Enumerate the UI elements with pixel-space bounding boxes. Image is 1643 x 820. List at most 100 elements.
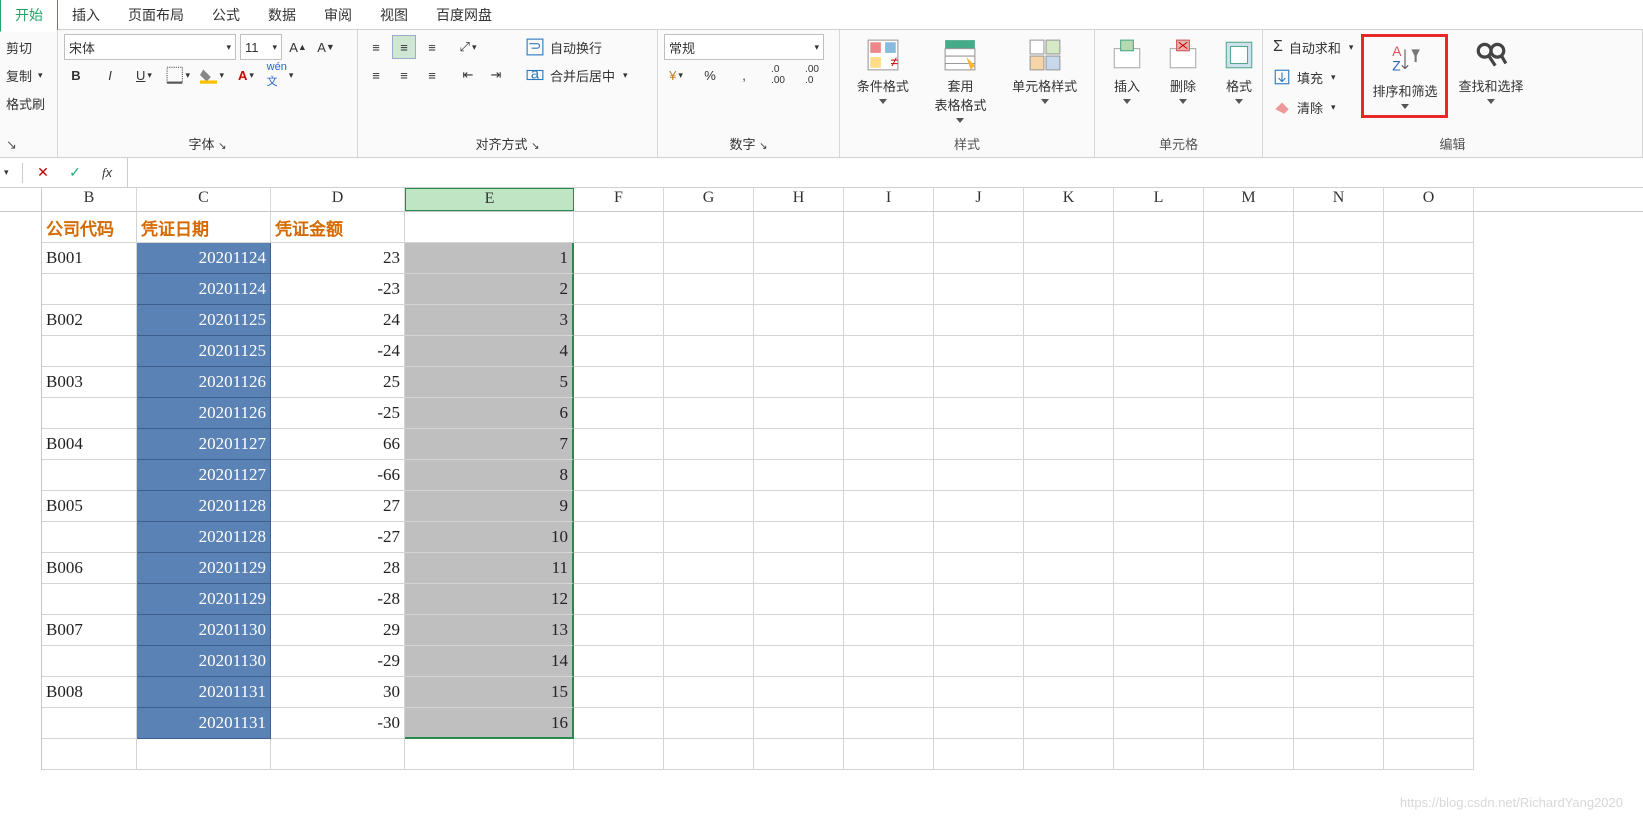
cell[interactable] [1294, 491, 1384, 522]
cell[interactable] [1114, 491, 1204, 522]
cell[interactable] [42, 522, 137, 553]
cell[interactable]: 14 [405, 646, 574, 677]
cell[interactable] [1204, 398, 1294, 429]
cell[interactable] [844, 243, 934, 274]
cell[interactable] [1114, 739, 1204, 770]
cell[interactable] [42, 336, 137, 367]
cell[interactable] [664, 677, 754, 708]
col-header-J[interactable]: J [934, 188, 1024, 211]
percent-button[interactable]: % [698, 63, 722, 87]
cell[interactable] [1294, 243, 1384, 274]
cell[interactable] [664, 739, 754, 770]
cell[interactable]: 6 [405, 398, 574, 429]
cell[interactable] [1204, 646, 1294, 677]
cell[interactable] [664, 274, 754, 305]
cell[interactable]: 27 [271, 491, 405, 522]
cell[interactable]: 16 [405, 708, 574, 739]
increase-decimal-button[interactable]: .0.00 [766, 63, 790, 87]
cell[interactable]: 4 [405, 336, 574, 367]
cell[interactable] [844, 615, 934, 646]
cell[interactable] [1114, 615, 1204, 646]
cell[interactable]: B007 [42, 615, 137, 646]
col-header-B[interactable]: B [42, 188, 137, 211]
italic-button[interactable]: I [98, 63, 122, 87]
cell[interactable] [934, 336, 1024, 367]
tab-data[interactable]: 数据 [254, 0, 310, 31]
cell[interactable] [1294, 367, 1384, 398]
cell[interactable]: 20201129 [137, 584, 271, 615]
cell[interactable] [1294, 212, 1384, 243]
insert-cells-button[interactable]: 插入 [1101, 34, 1153, 108]
cell[interactable] [1384, 243, 1474, 274]
cell[interactable] [934, 460, 1024, 491]
cell[interactable] [1204, 491, 1294, 522]
cell[interactable]: 2 [405, 274, 574, 305]
format-painter-button[interactable]: 格式刷 [6, 90, 45, 116]
cell[interactable] [1024, 274, 1114, 305]
cell[interactable] [754, 677, 844, 708]
phonetic-button[interactable]: wén文▾ [268, 63, 292, 87]
cell[interactable] [844, 646, 934, 677]
cell[interactable]: 20201125 [137, 336, 271, 367]
cell[interactable]: 10 [405, 522, 574, 553]
align-bottom-button[interactable]: ≡ [420, 35, 444, 59]
cell[interactable]: -25 [271, 398, 405, 429]
cell[interactable] [1204, 615, 1294, 646]
merge-center-button[interactable]: a 合并后居中▾ [522, 62, 632, 88]
cell[interactable]: 7 [405, 429, 574, 460]
fx-icon[interactable]: fx [95, 161, 119, 185]
cell[interactable] [754, 491, 844, 522]
cell[interactable] [1114, 584, 1204, 615]
col-header-D[interactable]: D [271, 188, 405, 211]
name-box-dropdown[interactable]: ▾ [4, 167, 14, 178]
cell[interactable]: -66 [271, 460, 405, 491]
cell[interactable] [1114, 429, 1204, 460]
cell[interactable] [1204, 336, 1294, 367]
cell[interactable] [844, 739, 934, 770]
cell[interactable] [1384, 522, 1474, 553]
align-left-button[interactable]: ≡ [364, 63, 388, 87]
cell[interactable] [754, 584, 844, 615]
cell[interactable]: 23 [271, 243, 405, 274]
cell[interactable] [574, 584, 664, 615]
cell[interactable] [934, 584, 1024, 615]
cell[interactable] [42, 646, 137, 677]
align-right-button[interactable]: ≡ [420, 63, 444, 87]
cell[interactable] [664, 553, 754, 584]
cell[interactable] [664, 584, 754, 615]
cell[interactable] [1384, 491, 1474, 522]
cell[interactable] [1204, 274, 1294, 305]
cell[interactable]: 29 [271, 615, 405, 646]
tab-home[interactable]: 开始 [0, 0, 58, 32]
align-middle-button[interactable]: ≡ [392, 35, 416, 59]
decrease-decimal-button[interactable]: .00.0 [800, 63, 824, 87]
cell[interactable] [1384, 584, 1474, 615]
cell[interactable] [574, 522, 664, 553]
cell[interactable] [934, 677, 1024, 708]
cell[interactable] [844, 553, 934, 584]
cell[interactable] [1294, 584, 1384, 615]
cell[interactable] [1294, 429, 1384, 460]
cell[interactable] [1024, 708, 1114, 739]
cell[interactable] [754, 367, 844, 398]
tab-review[interactable]: 审阅 [310, 0, 366, 31]
cell[interactable] [1204, 212, 1294, 243]
cell[interactable]: 凭证日期 [137, 212, 271, 243]
cell[interactable] [574, 305, 664, 336]
formula-input[interactable] [127, 158, 1643, 187]
cell[interactable] [1024, 398, 1114, 429]
tab-view[interactable]: 视图 [366, 0, 422, 31]
cell[interactable] [405, 212, 574, 243]
cell[interactable] [1294, 460, 1384, 491]
cell[interactable] [574, 646, 664, 677]
cell[interactable]: 20201131 [137, 708, 271, 739]
cell[interactable] [1204, 367, 1294, 398]
cell[interactable] [844, 491, 934, 522]
cell[interactable] [1204, 460, 1294, 491]
cell[interactable] [1114, 460, 1204, 491]
decrease-indent-button[interactable]: ⇤ [456, 63, 480, 87]
cell[interactable] [1024, 553, 1114, 584]
cell[interactable]: 24 [271, 305, 405, 336]
cell[interactable] [844, 584, 934, 615]
col-header-F[interactable]: F [574, 188, 664, 211]
